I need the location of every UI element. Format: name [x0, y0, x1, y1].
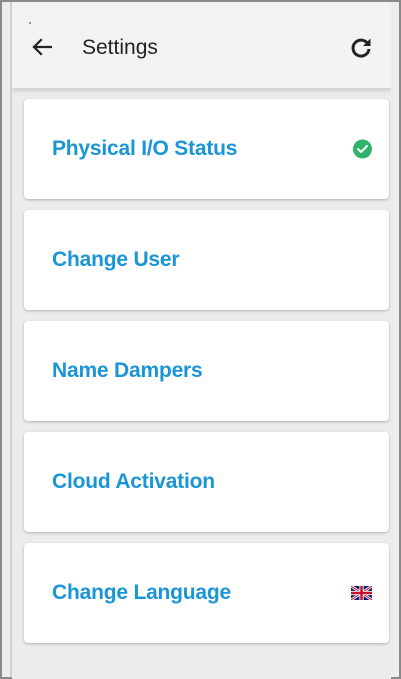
app-header: Settings	[12, 2, 391, 89]
cloud-activation-item[interactable]: Cloud Activation	[24, 432, 389, 532]
change-user-label: Change User	[52, 248, 180, 271]
name-dampers-item[interactable]: Name Dampers	[24, 321, 389, 421]
cloud-activation-label: Cloud Activation	[52, 470, 215, 493]
device-frame: Settings Physical I/O Status Change User…	[0, 0, 401, 679]
refresh-button[interactable]	[345, 32, 377, 64]
status-indicator	[29, 22, 31, 24]
change-language-label: Change Language	[52, 581, 232, 604]
name-dampers-label: Name Dampers	[52, 359, 203, 382]
page-title: Settings	[82, 36, 158, 59]
physical-io-status-label: Physical I/O Status	[52, 137, 238, 160]
settings-screen: Settings Physical I/O Status Change User…	[12, 2, 391, 679]
arrow-left-icon	[32, 38, 52, 56]
physical-io-status-item[interactable]: Physical I/O Status	[24, 99, 389, 199]
status-ok-check-icon	[353, 139, 372, 159]
change-user-item[interactable]: Change User	[24, 210, 389, 310]
back-button[interactable]	[27, 32, 57, 62]
refresh-icon	[351, 38, 371, 58]
settings-list: Physical I/O Status Change User Name Dam…	[24, 99, 389, 654]
change-language-item[interactable]: Change Language	[24, 543, 389, 643]
uk-flag-icon	[351, 586, 372, 600]
